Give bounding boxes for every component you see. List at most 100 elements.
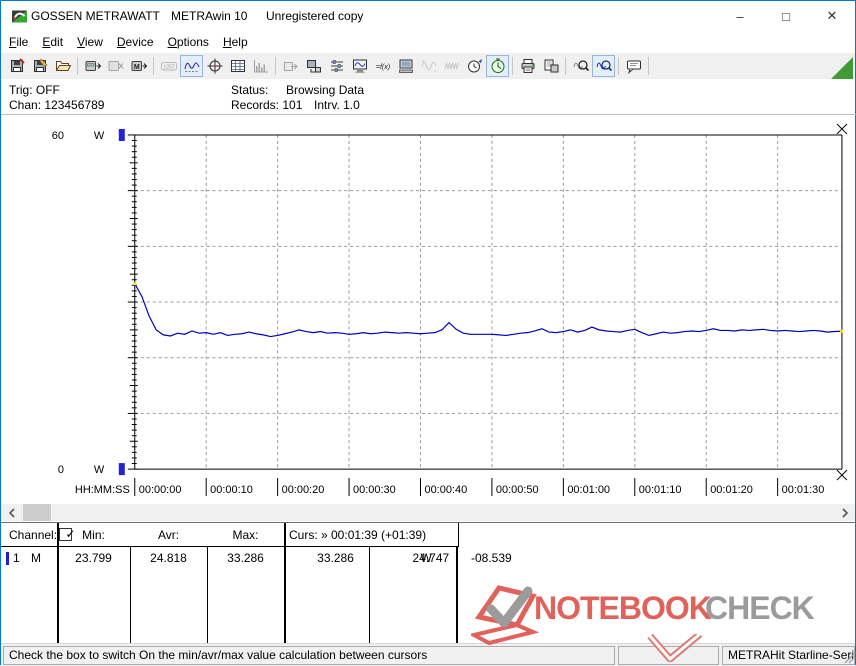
interval-value: Intrv. 1.0	[314, 98, 360, 112]
waveb-icon	[444, 62, 459, 70]
column-header-min: Min:	[82, 528, 105, 542]
device-memory-button[interactable]: M	[127, 55, 150, 77]
print-preview-button[interactable]	[539, 55, 562, 77]
column-header-avr: Avr:	[157, 528, 180, 542]
svg-text:W: W	[94, 464, 105, 476]
open-button[interactable]	[51, 55, 74, 77]
svg-text:W: W	[94, 130, 105, 142]
toolbar-separator	[275, 57, 276, 75]
comment-icon	[626, 60, 641, 74]
export-button[interactable]	[279, 55, 302, 77]
wave-compare-button[interactable]	[417, 55, 440, 77]
devclear-icon	[108, 61, 123, 71]
table-view-button[interactable]	[226, 55, 249, 77]
scroll-left-arrow-icon[interactable]	[3, 504, 20, 521]
scroll-right-arrow-icon[interactable]	[836, 504, 853, 521]
channel-list: Chan: 123456789	[9, 98, 105, 112]
menu-item-help[interactable]: Help	[223, 31, 248, 53]
monitor-button[interactable]	[348, 55, 371, 77]
toolbar-separator	[565, 57, 566, 75]
watermark-text-primary: NOTEBOOK	[534, 590, 712, 626]
window-controls: – □ ✕	[717, 1, 855, 31]
svg-text:=f(x): =f(x)	[375, 64, 389, 71]
digital-display-button[interactable]: 1257	[157, 55, 180, 77]
toolbar-separator	[512, 57, 513, 75]
menu-item-view[interactable]: View	[77, 31, 103, 53]
device-read-button[interactable]	[81, 55, 104, 77]
cursor-view-button[interactable]	[203, 55, 226, 77]
exportic-icon	[283, 62, 298, 71]
transfer-button[interactable]	[302, 55, 325, 77]
license-status: Unregistered copy	[266, 9, 364, 23]
save-button[interactable]	[5, 55, 28, 77]
status-value: Browsing Data	[286, 83, 365, 97]
table-grid-line	[369, 546, 370, 643]
cell-min: 23.799	[75, 551, 112, 565]
wavea-icon	[421, 60, 436, 72]
monitor-icon	[352, 59, 367, 73]
svg-text:00:00:10: 00:00:10	[210, 484, 253, 496]
svg-text:00:00:50: 00:00:50	[496, 484, 539, 496]
zoom-out-button[interactable]	[569, 55, 592, 77]
time-config-button[interactable]	[463, 55, 486, 77]
lcd-icon: 1257	[160, 62, 177, 71]
trigger-status: Trig: OFF	[9, 83, 60, 97]
table-grid-line	[57, 523, 59, 546]
menu-item-device[interactable]: Device	[117, 31, 154, 53]
print-button[interactable]	[516, 55, 539, 77]
svg-text:00:01:20: 00:01:20	[710, 484, 753, 496]
cell-max: 33.286	[227, 551, 264, 565]
crosshair-icon	[207, 58, 222, 74]
open-icon	[55, 61, 71, 71]
zoomout-icon	[573, 60, 589, 72]
minimize-button[interactable]: –	[717, 1, 763, 31]
cell-mode: M	[31, 551, 41, 565]
wave-analyze-button[interactable]	[440, 55, 463, 77]
zoom-in-button[interactable]	[592, 55, 615, 77]
resize-grip-icon[interactable]	[842, 652, 854, 664]
menubar: File Edit View Device Options Help	[1, 31, 855, 53]
app-title: GOSSEN METRAWATT	[31, 9, 160, 23]
terminal-button[interactable]	[394, 55, 417, 77]
device-clear-button[interactable]	[104, 55, 127, 77]
chart-scrollbar[interactable]	[1, 504, 855, 521]
watermark-text-secondary: CHECK	[705, 590, 815, 626]
graph-view-button[interactable]	[180, 55, 203, 77]
power-chart[interactable]: 60 W 0 W HH:MM:SS 00:00:00 00:00:10 00:00:20 00:…	[1, 114, 856, 504]
menu-item-options[interactable]: Options	[168, 31, 209, 53]
close-button[interactable]: ✕	[809, 1, 855, 31]
printic-icon	[521, 59, 534, 73]
titlebar: GOSSEN METRAWATT METRAwin 10 Unregistere…	[1, 1, 855, 31]
svg-text:00:01:30: 00:01:30	[782, 484, 825, 496]
devm-icon: M	[131, 61, 147, 71]
svg-text:1257: 1257	[163, 65, 174, 71]
menu-item-edit[interactable]: Edit	[42, 31, 63, 53]
toolbar-separator	[648, 57, 649, 75]
svg-text:00:00:30: 00:00:30	[353, 484, 396, 496]
toolbar-separator	[77, 57, 78, 75]
app-icon	[12, 10, 27, 23]
scrollbar-thumb[interactable]	[23, 504, 51, 521]
svg-text:00:01:00: 00:01:00	[567, 484, 610, 496]
preview-icon	[544, 59, 558, 73]
table-grid-line	[284, 523, 286, 546]
toolbar-separator	[153, 57, 154, 75]
graph-icon	[184, 62, 199, 72]
channel-color-marker	[6, 552, 9, 565]
column-header-max: Max:	[232, 528, 259, 542]
svg-text:HH:MM:SS: HH:MM:SS	[75, 484, 130, 496]
zoomin-icon	[596, 60, 612, 72]
live-timer-button[interactable]	[486, 55, 509, 77]
cell-channel: 1	[13, 551, 20, 565]
comment-button[interactable]	[622, 55, 645, 77]
toolbar-corner-triangle	[831, 57, 853, 79]
svg-text:00:00:00: 00:00:00	[139, 484, 182, 496]
histogram-view-button[interactable]	[249, 55, 272, 77]
save-as-button[interactable]	[28, 55, 51, 77]
svg-text:00:00:40: 00:00:40	[424, 484, 467, 496]
menu-item-file[interactable]: File	[9, 31, 28, 53]
devread-icon	[85, 61, 101, 71]
maximize-button[interactable]: □	[763, 1, 809, 31]
channel-config-button[interactable]	[325, 55, 348, 77]
formula-button[interactable]: =f(x)	[371, 55, 394, 77]
